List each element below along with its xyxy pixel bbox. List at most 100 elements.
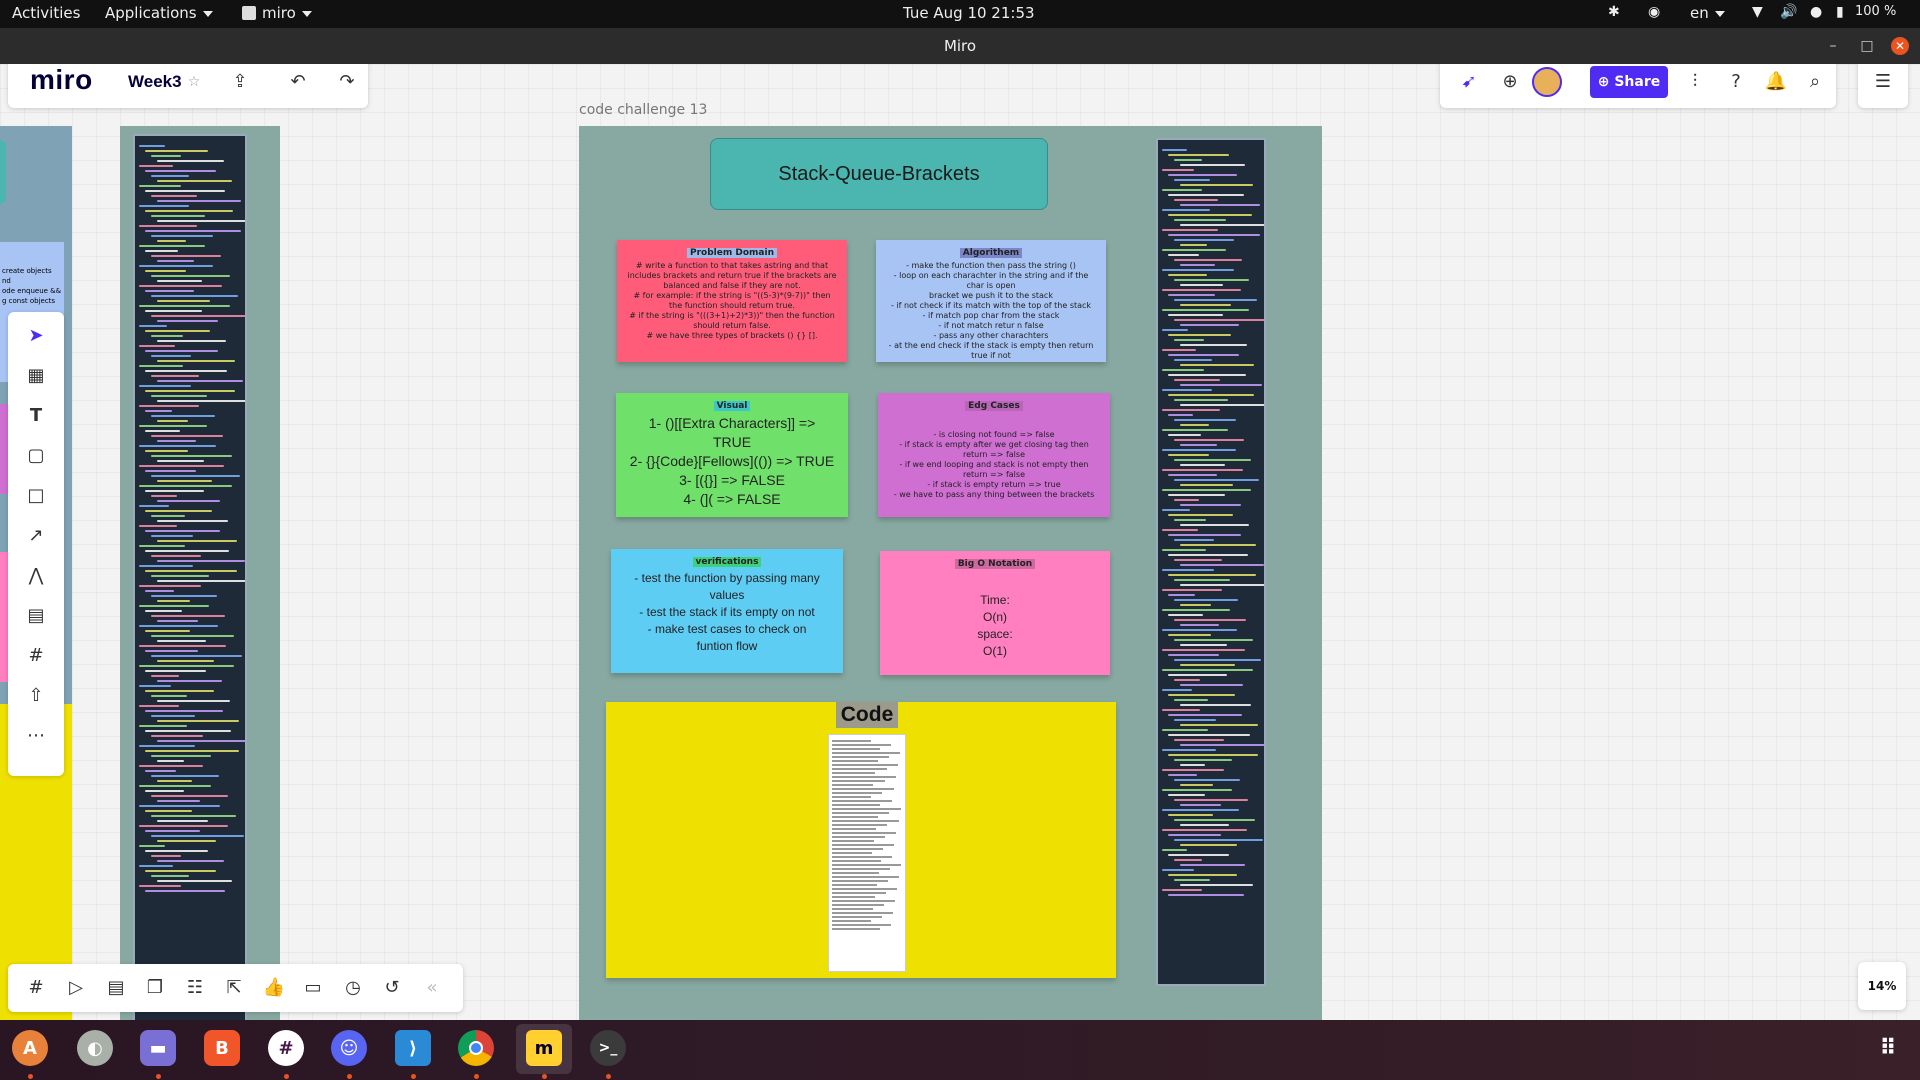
chrome-icon[interactable]: [458, 1030, 494, 1066]
frame-label[interactable]: code challenge 13: [579, 102, 707, 118]
language-label: en: [1690, 4, 1709, 22]
bottom-toolbar: # ▷ ▤ ❐ ☷ ⇱ 👍 ▭ ◷ ↺ «: [8, 964, 463, 1012]
sticky-big-o[interactable]: Big O Notation Time: O(n) space: O(1): [880, 551, 1110, 675]
board-menu-icon[interactable]: ☰: [1869, 68, 1897, 96]
arrow-icon[interactable]: ↗: [22, 522, 50, 550]
sticky-body: # write a function to that takes astring…: [627, 261, 837, 340]
terminal-icon[interactable]: >_: [590, 1030, 626, 1066]
board-canvas[interactable]: create objects nd ode enqueue && g const…: [0, 64, 1920, 1020]
avatar[interactable]: [1532, 67, 1562, 97]
collapse-icon[interactable]: «: [418, 974, 446, 1002]
sticky-header: Edg Cases: [965, 401, 1023, 411]
redo-icon[interactable]: ↷: [333, 68, 361, 96]
applications-menu[interactable]: Applications: [105, 4, 213, 22]
app-menu[interactable]: miro: [242, 4, 312, 22]
comment-icon[interactable]: ▤: [22, 602, 50, 630]
undo-icon[interactable]: ↶: [284, 68, 312, 96]
presentation-icon[interactable]: ▷: [62, 974, 90, 1002]
language-indicator[interactable]: en: [1690, 4, 1725, 22]
frame-icon[interactable]: #: [22, 642, 50, 670]
miro-icon[interactable]: m: [526, 1030, 562, 1066]
toggle-icon[interactable]: ◐: [77, 1030, 113, 1066]
settings-sliders-icon[interactable]: ⫶: [1681, 68, 1709, 96]
code-lines: [1162, 149, 1264, 896]
sticky-body: 1- ()[[Extra Characters]] => TRUE 2- {}{…: [629, 415, 835, 507]
chevron-down-icon: [1714, 10, 1725, 17]
sticky-edge-cases[interactable]: Edg Cases - is closing not found => fals…: [878, 393, 1110, 517]
wifi-icon[interactable]: ▼: [1752, 4, 1763, 20]
globe-icon: ⊕: [1597, 74, 1615, 90]
sticky-header: Problem Domain: [687, 248, 777, 258]
volume-icon[interactable]: 🔊: [1780, 4, 1797, 20]
export-icon[interactable]: ⇱: [220, 974, 248, 1002]
code-screenshot-right[interactable]: [1156, 138, 1266, 986]
running-indicator: [606, 1074, 611, 1079]
sticky-body: - test the function by passing many valu…: [634, 571, 820, 653]
timer-icon[interactable]: ◷: [339, 974, 367, 1002]
like-icon[interactable]: 👍: [260, 974, 288, 1002]
battery-icon[interactable]: ▮: [1836, 4, 1844, 20]
code-screenshot-left[interactable]: [133, 134, 247, 1020]
sticky-note-icon[interactable]: ▢: [22, 442, 50, 470]
applications-label: Applications: [105, 4, 197, 22]
brave-icon[interactable]: B: [204, 1030, 240, 1066]
notifications-icon[interactable]: 🔔: [1762, 68, 1790, 96]
clock[interactable]: Tue Aug 10 21:53: [903, 4, 1035, 22]
files-icon[interactable]: ▬: [140, 1030, 176, 1066]
history-icon[interactable]: ↺: [378, 974, 406, 1002]
activities-button[interactable]: Activities: [12, 4, 80, 22]
templates-icon[interactable]: ▦: [22, 362, 50, 390]
star-icon[interactable]: ☆: [180, 68, 208, 96]
board-title[interactable]: Stack-Queue-Brackets: [710, 138, 1048, 210]
ubuntu-software-icon[interactable]: A: [12, 1030, 48, 1066]
share-button[interactable]: ⊕ Share: [1590, 66, 1668, 98]
sticky-algorithm[interactable]: Algorithem - make the function then pass…: [876, 240, 1106, 362]
upload-board-icon[interactable]: ⇪: [226, 68, 254, 96]
running-indicator: [284, 1074, 289, 1079]
frames-icon[interactable]: #: [22, 974, 50, 1002]
kanban-icon[interactable]: ☷: [181, 974, 209, 1002]
slack-icon[interactable]: #: [268, 1030, 304, 1066]
chevron-down-icon: [301, 10, 312, 17]
sticky-visual[interactable]: Visual 1- ()[[Extra Characters]] => TRUE…: [616, 393, 848, 517]
code-image[interactable]: [828, 734, 906, 972]
help-icon[interactable]: ?: [1722, 68, 1750, 96]
reactions-icon[interactable]: ➹: [1455, 68, 1483, 96]
pen-icon[interactable]: ⋀: [22, 562, 50, 590]
app-grid-icon[interactable]: ⠿: [1870, 1030, 1906, 1066]
sticky-problem-domain[interactable]: Problem Domain # write a function to tha…: [617, 240, 847, 362]
discord-icon[interactable]: ☺: [331, 1030, 367, 1066]
comments-icon[interactable]: ▤: [102, 974, 130, 1002]
running-indicator: [347, 1074, 352, 1079]
running-indicator: [474, 1074, 479, 1079]
vscode-icon[interactable]: ⟩: [395, 1030, 431, 1066]
upload-icon[interactable]: ⇧: [22, 682, 50, 710]
partial-title-box: [0, 140, 6, 204]
sticky-header: Big O Notation: [954, 559, 1036, 569]
sticky-header: verifications: [692, 557, 762, 567]
text-icon[interactable]: T: [22, 402, 50, 430]
board-name[interactable]: Week3: [128, 72, 182, 92]
miro-logo[interactable]: miro: [30, 64, 93, 96]
discord-tray-icon[interactable]: ◉: [1648, 4, 1660, 20]
code-lines: [832, 740, 902, 930]
search-icon[interactable]: ⌕: [1801, 68, 1829, 96]
video-icon[interactable]: ▭: [299, 974, 327, 1002]
code-box[interactable]: Code: [606, 702, 1116, 978]
running-indicator: [28, 1074, 33, 1079]
cards-icon[interactable]: ❐: [141, 974, 169, 1002]
code-lines: [139, 145, 245, 892]
slack-tray-icon[interactable]: ✱: [1608, 4, 1620, 20]
window-title-bar: Miro – □ ✕: [0, 28, 1920, 64]
maximize-button[interactable]: □: [1858, 37, 1876, 55]
minimize-button[interactable]: –: [1824, 37, 1842, 55]
chevron-down-icon: [202, 10, 213, 17]
close-button[interactable]: ✕: [1891, 37, 1909, 55]
cursor-icon[interactable]: ➤: [22, 322, 50, 350]
sticky-verifications[interactable]: verifications - test the function by pas…: [611, 549, 843, 673]
microphone-icon[interactable]: ●: [1810, 4, 1822, 20]
shape-icon[interactable]: □: [22, 482, 50, 510]
zoom-level[interactable]: 14%: [1858, 962, 1906, 1010]
add-collaborator-icon[interactable]: ⊕: [1496, 68, 1524, 96]
more-icon[interactable]: ⋯: [22, 722, 50, 750]
